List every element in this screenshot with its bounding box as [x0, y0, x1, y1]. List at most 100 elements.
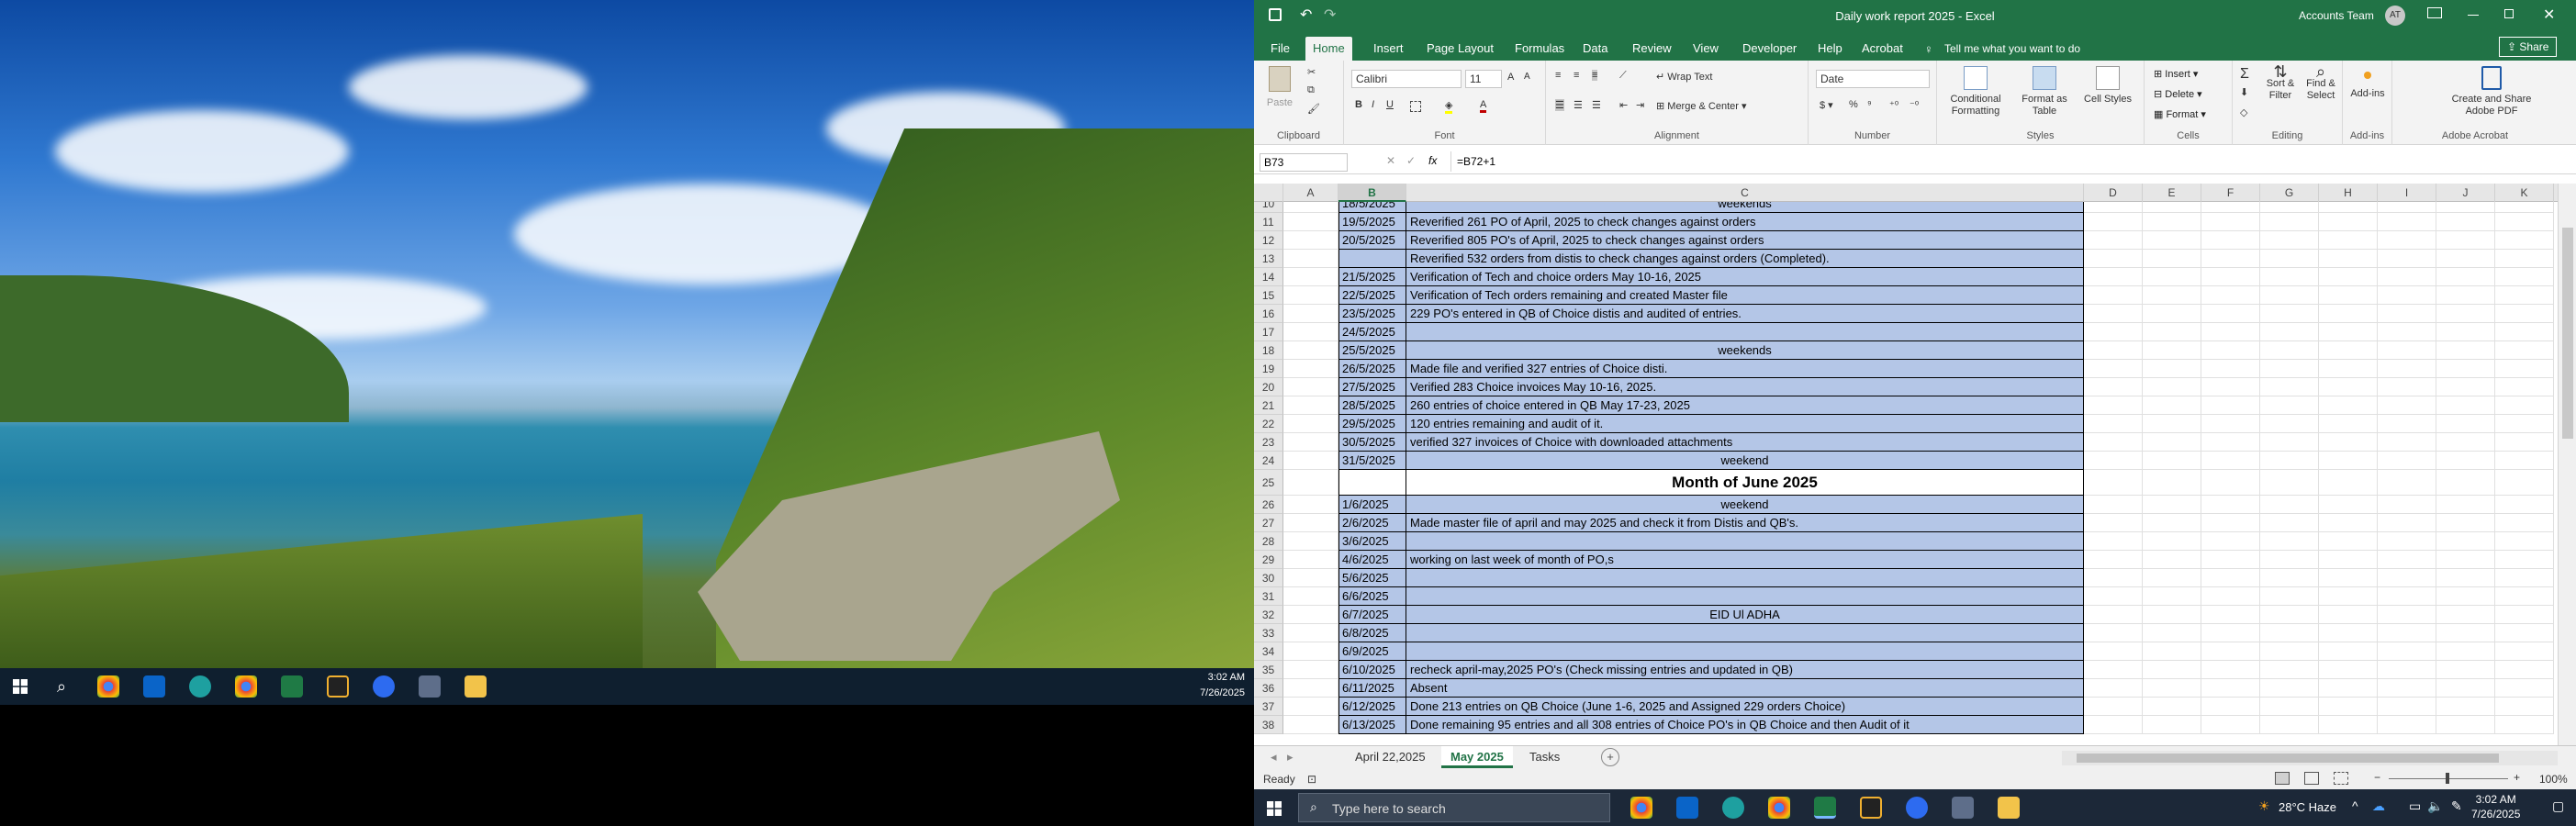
grid-cell[interactable]: [2143, 642, 2201, 661]
grid-cell[interactable]: [1283, 624, 1338, 642]
grid-cell[interactable]: [1283, 213, 1338, 231]
grid-cell[interactable]: [2319, 323, 2378, 341]
row-header[interactable]: 17: [1254, 323, 1283, 341]
grid-cell[interactable]: [2260, 231, 2319, 250]
grid-cell[interactable]: [2084, 202, 2143, 213]
worksheet-grid[interactable]: A B C D E F G H I J K 10 18/5/2025 weekend…: [1254, 184, 2576, 745]
grid-cell[interactable]: [2436, 202, 2495, 213]
grid-cell[interactable]: [2378, 341, 2436, 360]
grid-cell[interactable]: [2201, 268, 2260, 286]
clear-icon[interactable]: ◇: [2240, 106, 2247, 118]
grid-cell[interactable]: [2319, 532, 2378, 551]
date-cell[interactable]: 31/5/2025: [1338, 452, 1406, 470]
tab-page-layout[interactable]: Page Layout: [1419, 37, 1501, 61]
grid-cell[interactable]: [2495, 305, 2554, 323]
date-cell[interactable]: 26/5/2025: [1338, 360, 1406, 378]
grid-cell[interactable]: [2378, 231, 2436, 250]
grid-cell[interactable]: [2378, 496, 2436, 514]
notification-icon[interactable]: ▢: [2552, 798, 2564, 814]
grid-cell[interactable]: [2495, 396, 2554, 415]
grid-cell[interactable]: [2495, 360, 2554, 378]
name-box[interactable]: B73: [1260, 153, 1348, 172]
grid-cell[interactable]: [2143, 360, 2201, 378]
grid-cell[interactable]: [2260, 378, 2319, 396]
row-header[interactable]: 33: [1254, 624, 1283, 642]
grid-cell[interactable]: [2260, 452, 2319, 470]
grid-cell[interactable]: [2084, 452, 2143, 470]
tab-help[interactable]: Help: [1810, 37, 1850, 61]
sheet-tab-april[interactable]: April 22,2025: [1346, 746, 1435, 768]
normal-view-icon[interactable]: [2275, 772, 2290, 785]
grid-cell[interactable]: [2201, 514, 2260, 532]
grid-cell[interactable]: [1283, 323, 1338, 341]
grid-cell[interactable]: [1283, 569, 1338, 587]
grid-cell[interactable]: [2143, 286, 2201, 305]
grid-cell[interactable]: [2143, 661, 2201, 679]
grid-cell[interactable]: [2378, 569, 2436, 587]
task-cell[interactable]: 260 entries of choice entered in QB May …: [1406, 396, 2084, 415]
date-cell[interactable]: [1338, 470, 1406, 496]
find-select-button[interactable]: ⌕ Find & Select: [2301, 63, 2341, 102]
prev-sheet-icon[interactable]: ◂: [1271, 750, 1277, 765]
task-cell[interactable]: working on last week of month of PO,s: [1406, 551, 2084, 569]
grid-cell[interactable]: [2378, 698, 2436, 716]
grid-cell[interactable]: [2378, 452, 2436, 470]
grid-cell[interactable]: [2495, 514, 2554, 532]
task-cell[interactable]: weekend: [1406, 452, 2084, 470]
date-cell[interactable]: 23/5/2025: [1338, 305, 1406, 323]
grid-cell[interactable]: [2378, 716, 2436, 734]
zoom-in-icon[interactable]: +: [2514, 771, 2520, 784]
grid-cell[interactable]: [1283, 305, 1338, 323]
grid-cell[interactable]: [2084, 305, 2143, 323]
start-icon[interactable]: [1267, 801, 1282, 816]
grid-cell[interactable]: [2143, 452, 2201, 470]
task-cell[interactable]: [1406, 569, 2084, 587]
italic-icon[interactable]: I: [1372, 99, 1374, 110]
grid-cell[interactable]: [2084, 396, 2143, 415]
grid-cell[interactable]: [2143, 551, 2201, 569]
file-explorer-icon[interactable]: [1998, 797, 2020, 819]
grid-cell[interactable]: [1283, 606, 1338, 624]
row-header[interactable]: 36: [1254, 679, 1283, 698]
grid-cell[interactable]: [2143, 341, 2201, 360]
avatar[interactable]: AT: [2385, 6, 2405, 26]
grid-cell[interactable]: [2378, 250, 2436, 268]
align-right-icon[interactable]: ☰: [1592, 99, 1601, 111]
grid-cell[interactable]: [2436, 551, 2495, 569]
grid-cell[interactable]: [2378, 378, 2436, 396]
currency-icon[interactable]: $ ▾: [1820, 99, 1833, 111]
grid-cell[interactable]: [2319, 378, 2378, 396]
grid-cell[interactable]: [2201, 532, 2260, 551]
wrap-text-button[interactable]: ↵ Wrap Text: [1656, 71, 1712, 83]
chrome-profile-icon[interactable]: [1768, 797, 1790, 819]
grid-cell[interactable]: [2201, 202, 2260, 213]
grid-cell[interactable]: [2084, 698, 2143, 716]
row-header[interactable]: 29: [1254, 551, 1283, 569]
task-cell[interactable]: [1406, 624, 2084, 642]
grid-cell[interactable]: [2495, 716, 2554, 734]
grid-cell[interactable]: [2143, 514, 2201, 532]
grid-cell[interactable]: [2084, 587, 2143, 606]
delete-cells-button[interactable]: ⊟ Delete ▾: [2154, 88, 2202, 100]
maximize-icon[interactable]: [2504, 9, 2514, 18]
grid-cell[interactable]: [1283, 378, 1338, 396]
grid-cell[interactable]: [2495, 268, 2554, 286]
grid-cell[interactable]: [2084, 213, 2143, 231]
grid-cell[interactable]: [2260, 551, 2319, 569]
chrome-icon[interactable]: [1630, 797, 1652, 819]
grid-cell[interactable]: [2084, 532, 2143, 551]
grid-cell[interactable]: [2084, 268, 2143, 286]
grid-cell[interactable]: [2084, 661, 2143, 679]
align-left-icon[interactable]: ☰: [1555, 99, 1564, 111]
grid-cell[interactable]: [2436, 250, 2495, 268]
grid-cell[interactable]: [2143, 606, 2201, 624]
date-cell[interactable]: 1/6/2025: [1338, 496, 1406, 514]
grid-cell[interactable]: [2201, 378, 2260, 396]
task-cell[interactable]: Reverified 532 orders from distis to che…: [1406, 250, 2084, 268]
grid-cell[interactable]: [2436, 415, 2495, 433]
align-center-icon[interactable]: ☰: [1574, 99, 1583, 111]
date-cell[interactable]: 6/7/2025: [1338, 606, 1406, 624]
tray-chevron-icon[interactable]: ^: [2352, 798, 2358, 813]
row-header[interactable]: 23: [1254, 433, 1283, 452]
grid-cell[interactable]: [2378, 323, 2436, 341]
